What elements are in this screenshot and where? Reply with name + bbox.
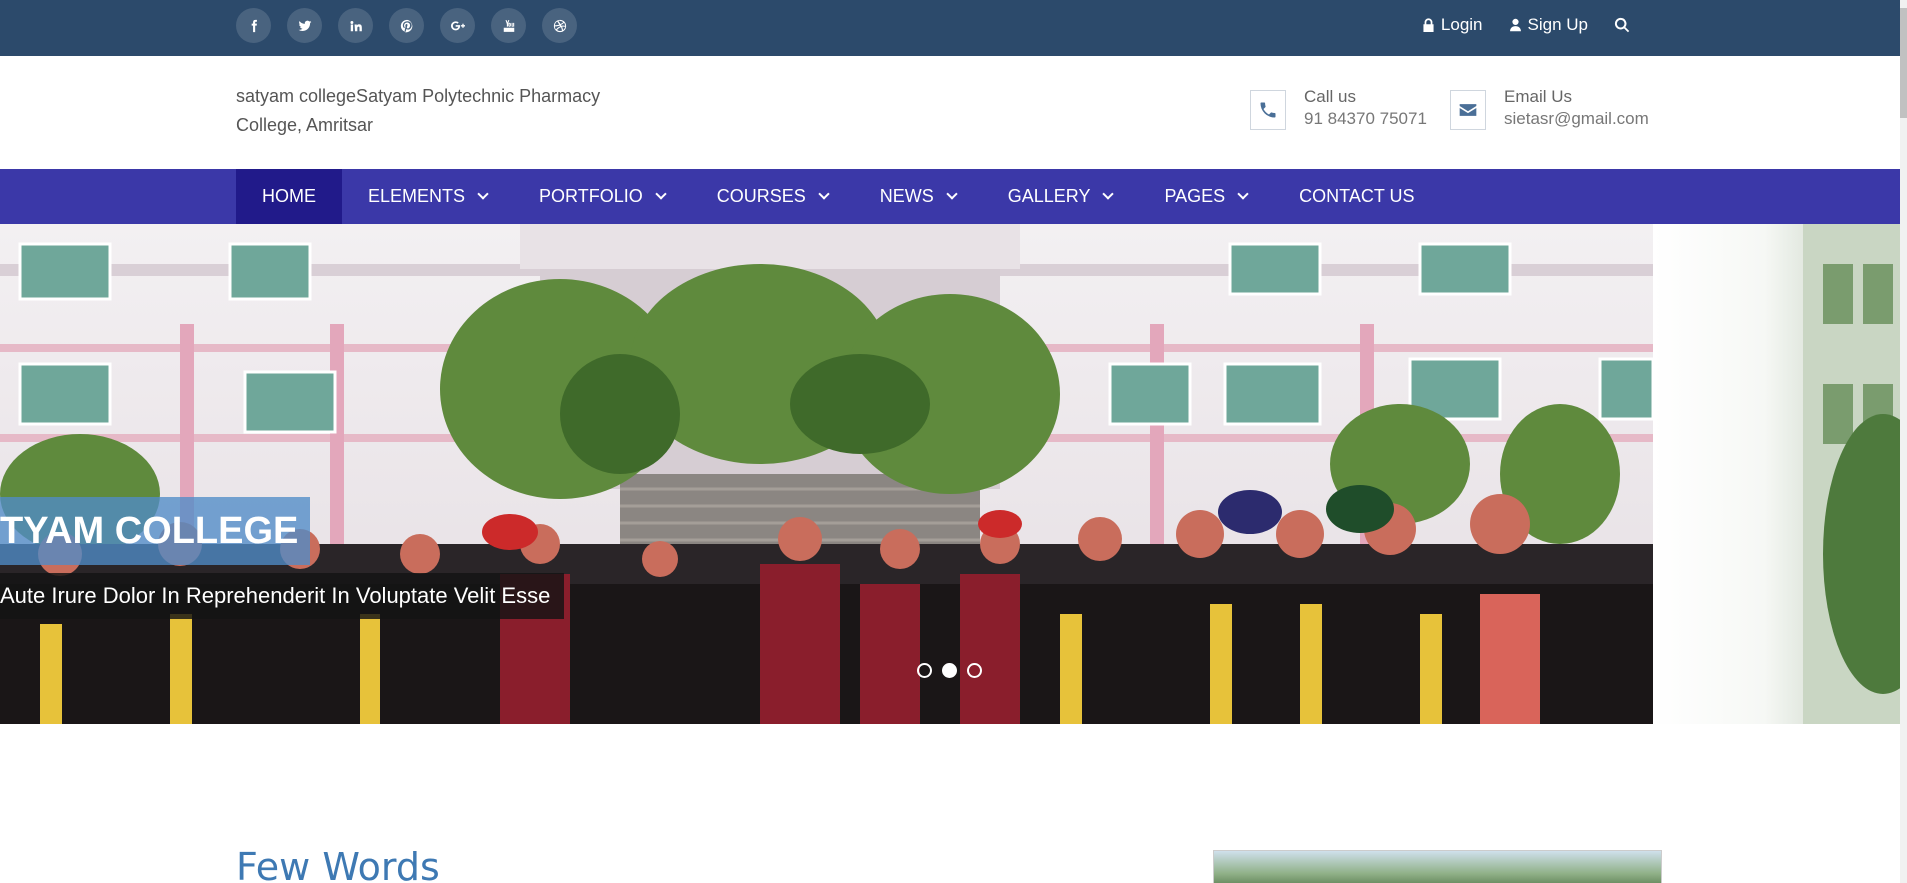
- slider-dot[interactable]: [942, 663, 957, 678]
- site-logo[interactable]: satyam collegeSatyam Polytechnic Pharmac…: [236, 82, 656, 140]
- slide-image-next: [1653, 224, 1900, 724]
- section-title: Few Words: [236, 845, 440, 883]
- chevron-down-icon: [946, 188, 958, 200]
- youtube-icon[interactable]: [491, 8, 526, 43]
- chevron-down-icon: [818, 188, 830, 200]
- chevron-down-icon: [477, 188, 489, 200]
- chevron-down-icon: [1237, 188, 1249, 200]
- nav-item-label: GALLERY: [1007, 186, 1091, 206]
- user-icon: [1509, 18, 1521, 32]
- top-bar-actions: Login Sign Up: [1422, 0, 1630, 50]
- nav-item-gallery[interactable]: GALLERY: [982, 169, 1139, 224]
- nav-item-label: COURSES: [716, 186, 806, 206]
- nav-item-label: HOME: [262, 186, 316, 206]
- pinterest-icon[interactable]: [389, 8, 424, 43]
- login-link[interactable]: Login: [1422, 15, 1483, 35]
- nav-item-home[interactable]: HOME: [236, 169, 342, 224]
- call-us-block: Call us 91 84370 75071: [1250, 86, 1427, 130]
- email-us-block: Email Us sietasr@gmail.com: [1450, 86, 1649, 130]
- slide-image-graduation: [0, 224, 1653, 724]
- chevron-down-icon: [655, 188, 667, 200]
- nav-item-elements[interactable]: ELEMENTS: [342, 169, 513, 224]
- search-icon: [1614, 17, 1630, 33]
- top-bar: Login Sign Up: [0, 0, 1900, 56]
- phone-number[interactable]: 91 84370 75071: [1304, 108, 1427, 130]
- nav-item-label: PAGES: [1164, 186, 1226, 206]
- nav-item-pages[interactable]: PAGES: [1138, 169, 1273, 224]
- nav-item-courses[interactable]: COURSES: [691, 169, 854, 224]
- scrollbar-thumb[interactable]: [1900, 8, 1907, 118]
- search-button[interactable]: [1614, 17, 1630, 33]
- envelope-icon: [1450, 90, 1486, 130]
- google-plus-icon[interactable]: [440, 8, 475, 43]
- slider-pagination: [917, 663, 982, 678]
- slide-title: TYAM COLLEGE: [0, 497, 311, 565]
- lock-icon: [1423, 18, 1434, 32]
- login-label: Login: [1440, 15, 1483, 34]
- hero-slider: TYAM COLLEGE Aute Irure Dolor In Reprehe…: [0, 224, 1900, 724]
- twitter-icon[interactable]: [287, 8, 322, 43]
- phone-icon: [1250, 90, 1286, 130]
- nav-item-label: NEWS: [879, 186, 934, 206]
- signup-label: Sign Up: [1527, 15, 1588, 34]
- slider-dot[interactable]: [917, 663, 932, 678]
- email-address[interactable]: sietasr@gmail.com: [1504, 108, 1649, 130]
- slide-subtitle: Aute Irure Dolor In Reprehenderit In Vol…: [0, 573, 565, 619]
- linkedin-icon[interactable]: [338, 8, 373, 43]
- nav-items: HOME ELEMENTS PORTFOLIO COURSES NEWS GALLERY P…: [236, 169, 1441, 224]
- facebook-icon[interactable]: [236, 8, 271, 43]
- dribbble-icon[interactable]: [542, 8, 577, 43]
- social-links: [236, 8, 577, 43]
- site-header: satyam collegeSatyam Polytechnic Pharmac…: [0, 56, 1900, 169]
- nav-item-label: PORTFOLIO: [539, 186, 643, 206]
- campus-thumbnail: [1213, 850, 1662, 883]
- slider-dot[interactable]: [967, 663, 982, 678]
- call-us-label: Call us: [1304, 87, 1356, 106]
- nav-item-news[interactable]: NEWS: [854, 169, 982, 224]
- email-us-label: Email Us: [1504, 87, 1573, 106]
- nav-item-label: CONTACT US: [1299, 186, 1415, 206]
- nav-item-portfolio[interactable]: PORTFOLIO: [513, 169, 691, 224]
- nav-item-contact-us[interactable]: CONTACT US: [1273, 169, 1440, 224]
- signup-link[interactable]: Sign Up: [1509, 15, 1588, 35]
- main-nav: HOME ELEMENTS PORTFOLIO COURSES NEWS GALLERY P…: [0, 169, 1900, 224]
- chevron-down-icon: [1102, 188, 1115, 200]
- page-scrollbar[interactable]: [1900, 0, 1907, 883]
- nav-item-label: ELEMENTS: [368, 186, 466, 206]
